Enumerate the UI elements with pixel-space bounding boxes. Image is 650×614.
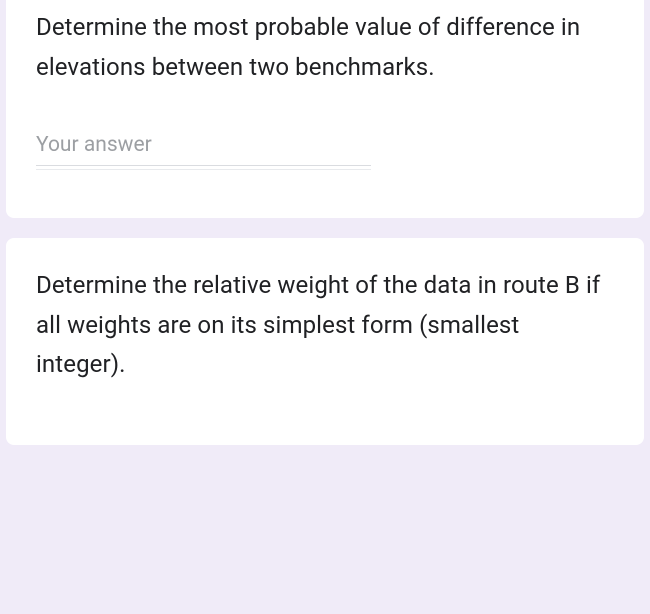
question-card: Determine the most probable value of dif…: [6, 0, 644, 218]
question-text: Determine the most probable value of dif…: [36, 8, 614, 87]
question-card: Determine the relative weight of the dat…: [6, 238, 644, 445]
answer-input-wrapper: [36, 129, 371, 170]
answer-underline: [36, 169, 371, 170]
answer-input[interactable]: [36, 129, 371, 166]
question-text: Determine the relative weight of the dat…: [36, 266, 614, 385]
